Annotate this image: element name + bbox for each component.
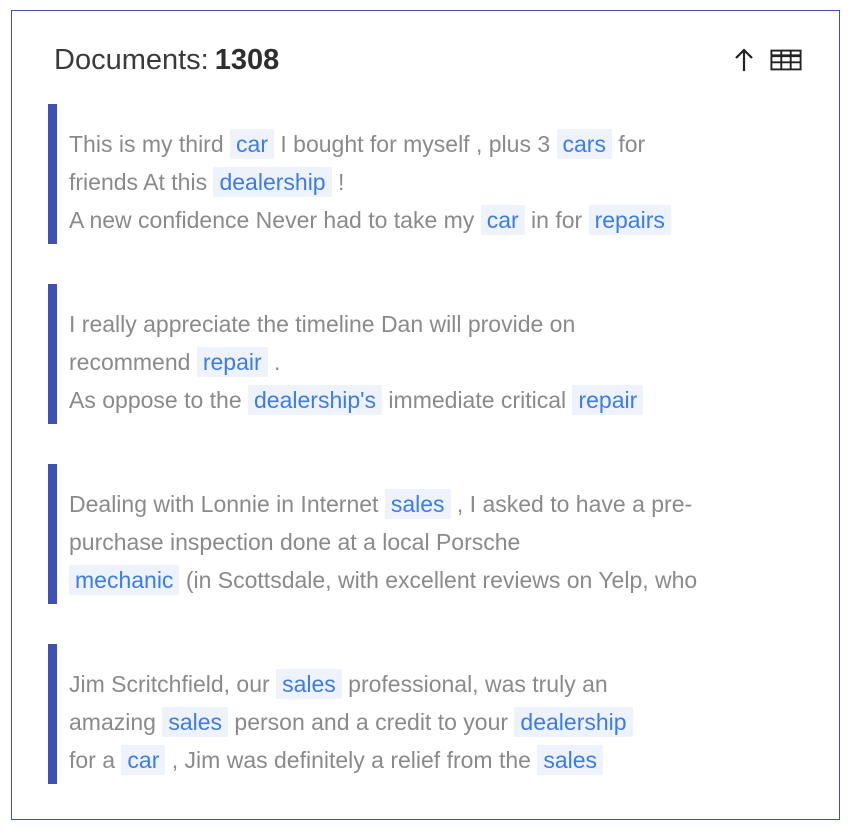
document-accent-bar [48,464,57,604]
document-text-segment: Jim Scritchfield, our [69,671,277,697]
panel-header: Documents: 1308 [54,38,802,82]
highlighted-term[interactable]: dealership's [248,385,383,415]
document-text-segment: for [611,131,646,157]
highlighted-term[interactable]: repair [196,347,268,377]
document-text-segment: amazing [69,709,163,735]
document-text: Jim Scritchfield, our sales professional… [57,644,633,784]
document-accent-bar [48,644,57,784]
document-text-segment: A new confidence Never had to take my [69,207,481,233]
highlighted-term[interactable]: sales [276,669,342,699]
highlighted-term[interactable]: car [230,129,274,159]
document-text-segment: , I asked to have a pre- [450,491,693,517]
document-card[interactable]: This is my third car I bought for myself… [48,104,828,244]
arrow-up-icon [735,48,753,71]
highlighted-term[interactable]: sales [384,489,451,519]
highlighted-term[interactable]: car [121,745,166,775]
highlighted-term[interactable]: repairs [588,205,671,235]
highlighted-term[interactable]: sales [537,745,604,775]
highlighted-term[interactable]: sales [162,707,229,737]
document-line: This is my third car I bought for myself… [69,125,671,163]
document-card[interactable]: I really appreciate the timeline Dan wil… [48,284,828,424]
document-text-segment: in for [524,207,589,233]
document-line: As oppose to the dealership's immediate … [69,381,644,419]
document-text-segment: I bought for myself , plus 3 [273,131,557,157]
document-line: for a car , Jim was definitely a relief … [69,741,633,779]
highlighted-term[interactable]: dealership [213,167,332,197]
document-line: mechanic (in Scottsdale, with excellent … [69,561,697,599]
document-line: Jim Scritchfield, our sales professional… [69,665,633,703]
documents-count: 1308 [214,43,280,76]
document-text-segment: (in Scottsdale, with excellent reviews o… [179,567,698,593]
document-text: This is my third car I bought for myself… [57,104,671,244]
document-line: I really appreciate the timeline Dan wil… [69,305,643,343]
table-icon [770,49,802,71]
document-line: A new confidence Never had to take my ca… [69,201,671,239]
document-text-segment: As oppose to the [69,387,249,413]
highlighted-term[interactable]: mechanic [69,565,180,595]
document-text-segment: person and a credit to your [228,709,515,735]
document-accent-bar [48,284,57,424]
document-text-segment: . [267,349,281,375]
document-line: amazing sales person and a credit to you… [69,703,633,741]
document-line: recommend repair . [69,343,643,381]
highlighted-term[interactable]: car [480,205,525,235]
document-text: I really appreciate the timeline Dan wil… [57,284,644,424]
document-text-segment: I really appreciate the timeline Dan wil… [69,311,576,337]
highlighted-term[interactable]: repair [572,385,644,415]
document-line: friends At this dealership ! [69,163,671,201]
sort-button[interactable] [728,44,760,76]
document-text: Dealing with Lonnie in Internet sales , … [57,464,697,604]
document-card[interactable]: Dealing with Lonnie in Internet sales , … [48,464,828,604]
document-text-segment: , Jim was definitely a relief from the [165,747,538,773]
document-text-segment: for a [69,747,122,773]
document-accent-bar [48,104,57,244]
document-card[interactable]: Jim Scritchfield, our sales professional… [48,644,828,784]
documents-label: Documents: [54,43,209,76]
document-text-segment: This is my third [69,131,231,157]
document-text-segment: immediate critical [382,387,573,413]
table-view-button[interactable] [770,44,802,76]
highlighted-term[interactable]: cars [556,129,612,159]
document-text-segment: Dealing with Lonnie in Internet [69,491,385,517]
documents-title: Documents: 1308 [54,44,279,77]
document-text-segment: ! [331,169,345,195]
document-line: purchase inspection done at a local Pors… [69,523,697,561]
document-text-segment: professional, was truly an [341,671,608,697]
document-text-segment: friends At this [69,169,214,195]
document-text-segment: purchase inspection done at a local Pors… [69,529,521,555]
highlighted-term[interactable]: dealership [514,707,633,737]
document-text-segment: recommend [69,349,197,375]
document-line: Dealing with Lonnie in Internet sales , … [69,485,697,523]
header-actions [728,44,802,76]
